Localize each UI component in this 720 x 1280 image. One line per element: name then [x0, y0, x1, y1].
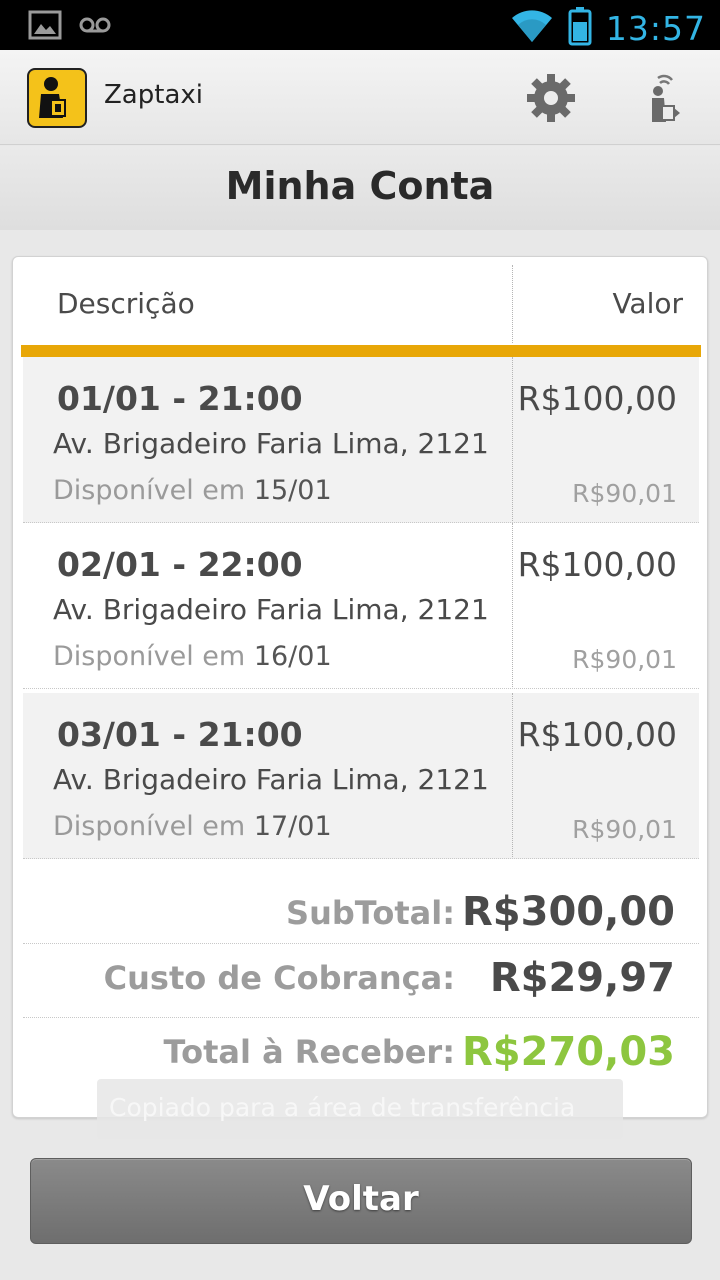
person-signal-icon [644, 74, 684, 130]
toast-text: Copiado para a área de transferência [109, 1093, 576, 1122]
trip-value: R$100,00 [517, 545, 677, 584]
account-button[interactable] [644, 74, 684, 126]
table-row[interactable]: 03/01 - 21:00 Av. Brigadeiro Faria Lima,… [23, 693, 699, 859]
trip-datetime: 03/01 - 21:00 [57, 715, 303, 754]
wifi-icon [510, 8, 554, 48]
account-card: Descrição Valor 01/01 - 21:00 Av. Brigad… [12, 256, 708, 1139]
summary-divider [23, 1017, 699, 1018]
title-bar: Minha Conta [0, 146, 720, 230]
fee-value: R$29,97 [489, 955, 675, 1001]
clock: 13:57 [605, 8, 706, 48]
picture-notification-icon [28, 10, 62, 44]
subtotal-label: SubTotal: [286, 894, 455, 932]
trip-value: R$100,00 [517, 379, 677, 418]
table-row[interactable]: 01/01 - 21:00 Av. Brigadeiro Faria Lima,… [23, 357, 699, 523]
trip-datetime: 01/01 - 21:00 [57, 379, 303, 418]
trip-address: Av. Brigadeiro Faria Lima, 2121 [53, 427, 489, 460]
subtotal-value: R$300,00 [462, 889, 675, 935]
column-header-description: Descrição [57, 287, 195, 320]
total-label: Total à Receber: [163, 1033, 456, 1071]
column-divider [512, 265, 513, 343]
gear-icon [525, 74, 577, 128]
clipboard-toast: Copiado para a área de transferência [97, 1079, 623, 1139]
action-bar: Zaptaxi [0, 50, 720, 145]
voicemail-icon [78, 10, 112, 44]
summary-divider [23, 943, 699, 944]
battery-icon [568, 6, 592, 50]
back-button[interactable]: Voltar [30, 1158, 692, 1244]
app-logo[interactable] [27, 68, 87, 128]
trip-net-value: R$90,01 [572, 645, 677, 674]
trip-address: Av. Brigadeiro Faria Lima, 2121 [53, 593, 489, 626]
back-button-label: Voltar [303, 1179, 419, 1219]
trip-availability: Disponível em 16/01 [53, 641, 332, 672]
trip-value: R$100,00 [517, 715, 677, 754]
fee-label: Custo de Cobrança: [103, 959, 455, 997]
trip-net-value: R$90,01 [572, 815, 677, 844]
table-row[interactable]: 02/01 - 22:00 Av. Brigadeiro Faria Lima,… [23, 523, 699, 689]
settings-button[interactable] [525, 72, 577, 124]
app-name: Zaptaxi [104, 80, 203, 110]
trip-net-value: R$90,01 [572, 479, 677, 508]
trip-availability: Disponível em 15/01 [53, 475, 332, 506]
column-header-value: Valor [612, 287, 683, 320]
page-title: Minha Conta [225, 164, 495, 208]
total-value: R$270,03 [462, 1029, 675, 1075]
header-accent-bar [21, 345, 701, 357]
trip-availability: Disponível em 17/01 [53, 811, 332, 842]
status-bar: 13:57 [0, 0, 720, 50]
trip-datetime: 02/01 - 22:00 [57, 545, 303, 584]
trip-address: Av. Brigadeiro Faria Lima, 2121 [53, 763, 489, 796]
